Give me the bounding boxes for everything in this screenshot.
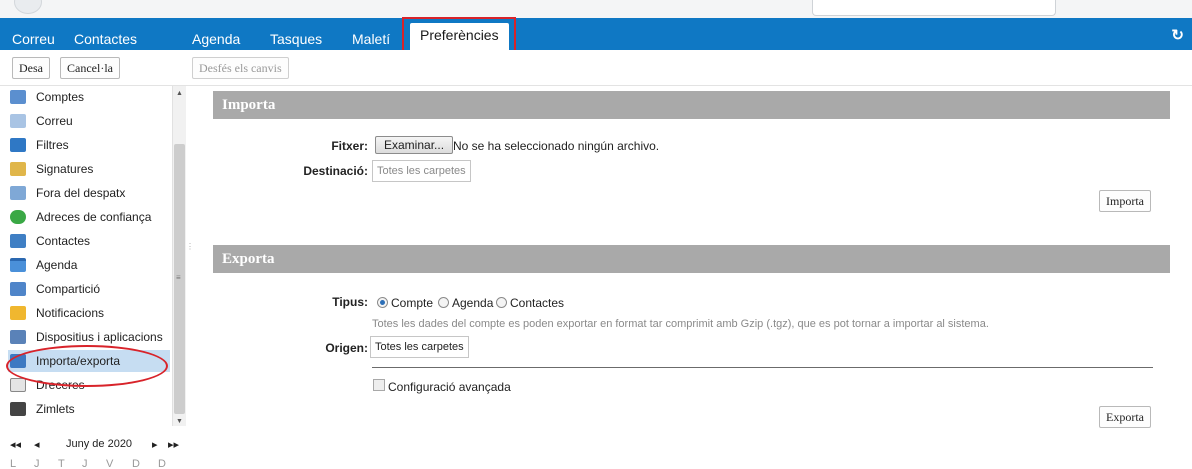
- weekday-label: T: [58, 458, 65, 469]
- save-button[interactable]: Desa: [12, 57, 50, 79]
- sidebar-item-label: Correu: [36, 114, 73, 128]
- grip-icon: ≡: [176, 273, 181, 282]
- toolbar: Desa Cancel·la Desfés els canvis: [0, 50, 1192, 86]
- tab-briefcase[interactable]: Maletí: [352, 31, 390, 47]
- preferences-sidebar: Comptes Correu Filtres Signatures Fora d…: [0, 86, 188, 469]
- radio-calendar-label: Agenda: [452, 296, 494, 310]
- sidebar-item-notifications[interactable]: Notificacions: [10, 302, 170, 324]
- sidebar-item-label: Compartició: [36, 282, 101, 296]
- shield-icon: [10, 210, 26, 224]
- sidebar-item-label: Importa/exporta: [36, 354, 121, 368]
- app-logo: [14, 0, 42, 14]
- export-hint-text: Totes les dades del compte es poden expo…: [372, 318, 989, 330]
- next-year-icon[interactable]: ▸▸: [168, 438, 179, 451]
- contact-icon: [10, 234, 26, 248]
- tab-calendar[interactable]: Agenda: [192, 31, 240, 47]
- undo-changes-button[interactable]: Desfés els canvis: [192, 57, 289, 79]
- sidebar-item-calendar[interactable]: Agenda: [10, 254, 170, 276]
- sidebar-item-contacts[interactable]: Contactes: [10, 230, 170, 252]
- sidebar-item-devices[interactable]: Dispositius i aplicacions: [10, 326, 170, 348]
- radio-contacts[interactable]: [496, 297, 507, 308]
- radio-calendar[interactable]: [438, 297, 449, 308]
- advanced-divider: [372, 367, 1153, 368]
- browse-file-button[interactable]: Examinar...: [375, 136, 454, 154]
- sidebar-item-mail[interactable]: Correu: [10, 110, 170, 132]
- sidebar-item-label: Adreces de confiança: [36, 210, 152, 224]
- share-icon: [10, 282, 26, 296]
- sidebar-item-label: Signatures: [36, 162, 94, 176]
- radio-account-label: Compte: [391, 296, 434, 310]
- import-export-icon: [10, 354, 26, 368]
- sidebar-item-trusted-addresses[interactable]: Adreces de confiança: [10, 206, 170, 228]
- next-month-icon[interactable]: ▸: [152, 438, 158, 451]
- weekday-label: D: [132, 458, 140, 469]
- advanced-settings-label: Configuració avançada: [388, 380, 511, 394]
- sidebar-item-label: Agenda: [36, 258, 78, 272]
- cancel-button[interactable]: Cancel·la: [60, 57, 120, 79]
- sidebar-item-signatures[interactable]: Signatures: [10, 158, 170, 180]
- sidebar-item-label: Dreceres: [36, 378, 85, 392]
- filter-icon: [10, 138, 26, 152]
- weekday-label: D: [158, 458, 166, 469]
- sidebar-item-label: Contactes: [36, 234, 91, 248]
- origin-select[interactable]: Totes les carpetes: [370, 336, 469, 358]
- weekday-label: J: [34, 458, 40, 469]
- sidebar-item-label: Dispositius i aplicacions: [36, 330, 163, 344]
- import-section-header: Importa: [213, 91, 1170, 119]
- calendar-month-label: Juny de 2020: [66, 438, 133, 450]
- zimlet-icon: [10, 402, 26, 416]
- export-section-header: Exporta: [213, 245, 1170, 273]
- export-button[interactable]: Exporta: [1099, 406, 1151, 428]
- weekday-label: L: [10, 458, 17, 469]
- tab-preferences[interactable]: Preferències: [410, 23, 509, 50]
- tab-tasks[interactable]: Tasques: [270, 31, 322, 47]
- mini-calendar-nav: ◂◂ ◂ Juny de 2020 ▸ ▸▸: [10, 438, 182, 454]
- app-tab-bar: Correu Contactes Agenda Tasques Maletí P…: [0, 18, 1192, 50]
- sidebar-item-sharing[interactable]: Compartició: [10, 278, 170, 300]
- prev-year-icon[interactable]: ◂◂: [10, 438, 21, 451]
- sidebar-item-accounts[interactable]: Comptes: [10, 86, 170, 108]
- weekday-label: J: [82, 458, 88, 469]
- sidebar-item-label: Zimlets: [36, 402, 75, 416]
- sidebar-item-label: Filtres: [36, 138, 69, 152]
- device-icon: [10, 330, 26, 344]
- sidebar-item-out-of-office[interactable]: Fora del despatx: [10, 182, 170, 204]
- destination-label: Destinació:: [303, 164, 368, 178]
- import-button[interactable]: Importa: [1099, 190, 1151, 212]
- type-label: Tipus:: [332, 295, 368, 309]
- advanced-settings-checkbox[interactable]: [373, 379, 385, 391]
- origin-label: Origen:: [325, 341, 368, 355]
- sidebar-item-label: Notificacions: [36, 306, 105, 320]
- weekday-label: V: [106, 458, 114, 469]
- radio-contacts-label: Contactes: [510, 296, 565, 310]
- sidebar-item-import-export[interactable]: Importa/exporta: [8, 350, 170, 372]
- refresh-icon[interactable]: ↻: [1171, 26, 1184, 44]
- accounts-icon: [10, 90, 26, 104]
- tab-contacts[interactable]: Contactes: [74, 31, 137, 47]
- scroll-down-icon[interactable]: ▼: [176, 418, 183, 425]
- sidebar-item-label: Comptes: [36, 90, 85, 104]
- prev-month-icon[interactable]: ◂: [34, 438, 40, 451]
- top-band: [0, 0, 1192, 18]
- search-input[interactable]: [812, 0, 1056, 16]
- sidebar-item-filters[interactable]: Filtres: [10, 134, 170, 156]
- sidebar-item-shortcuts[interactable]: Dreceres: [10, 374, 170, 396]
- tab-mail[interactable]: Correu: [12, 31, 55, 47]
- scroll-up-icon[interactable]: ▲: [176, 90, 183, 97]
- shortcut-icon: [10, 378, 26, 392]
- signature-icon: [10, 162, 26, 176]
- mail-icon: [10, 114, 26, 128]
- file-label: Fitxer:: [331, 139, 368, 153]
- destination-select[interactable]: Totes les carpetes: [372, 160, 471, 182]
- sidebar-item-label: Fora del despatx: [36, 186, 126, 200]
- out-of-office-icon: [10, 186, 26, 200]
- radio-account[interactable]: [377, 297, 388, 308]
- bell-icon: [10, 306, 26, 320]
- pane-resize-handle[interactable]: ⋮: [186, 243, 194, 251]
- no-file-text: No se ha seleccionado ningún archivo.: [453, 139, 660, 153]
- calendar-icon: [10, 258, 26, 272]
- sidebar-item-zimlets[interactable]: Zimlets: [10, 398, 170, 420]
